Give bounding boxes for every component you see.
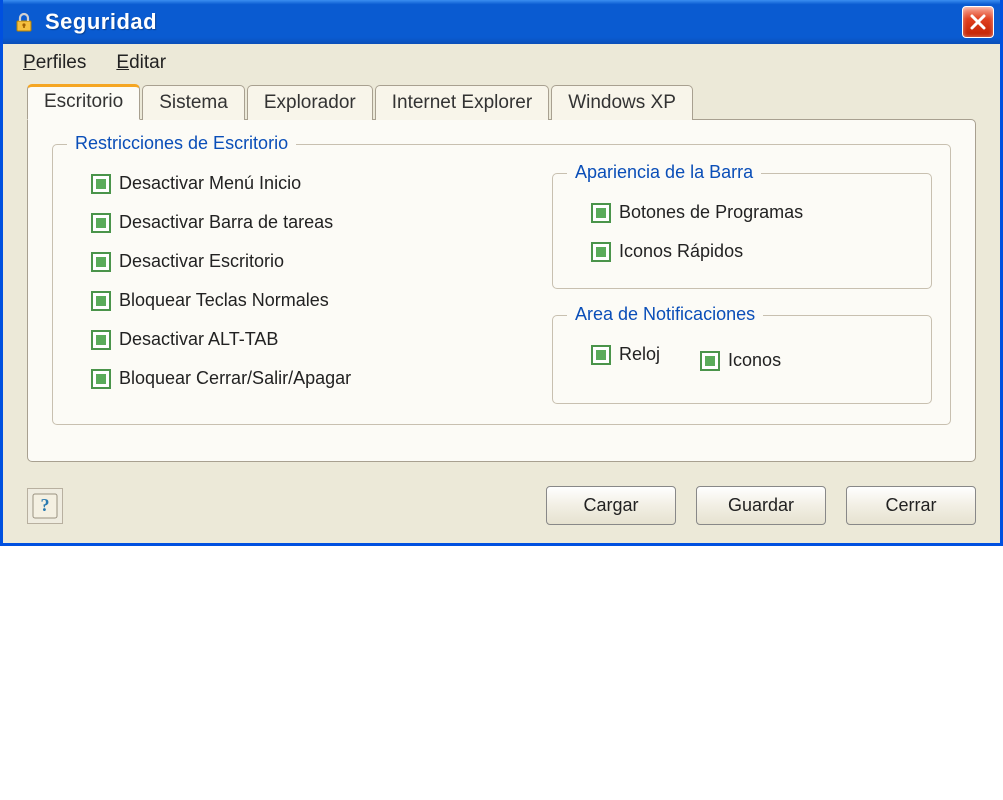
lock-icon <box>13 11 35 33</box>
tab-explorador[interactable]: Explorador <box>247 85 373 120</box>
checkbox-icon <box>91 369 111 389</box>
menu-editar[interactable]: Editar <box>116 52 166 74</box>
tab-windows-xp[interactable]: Windows XP <box>551 85 693 120</box>
close-window-button[interactable] <box>962 6 994 38</box>
checkbox-icon <box>91 330 111 350</box>
checkbox-icon <box>91 252 111 272</box>
tab-escritorio[interactable]: Escritorio <box>27 84 140 120</box>
group-restricciones: Restricciones de Escritorio Desactivar M… <box>52 144 951 425</box>
guardar-button[interactable]: Guardar <box>696 486 826 525</box>
cerrar-button[interactable]: Cerrar <box>846 486 976 525</box>
group-apariencia-legend: Apariencia de la Barra <box>567 162 761 183</box>
check-desactivar-menu-inicio[interactable]: Desactivar Menú Inicio <box>91 173 522 194</box>
checkbox-icon <box>91 213 111 233</box>
group-apariencia: Apariencia de la Barra Botones de Progra… <box>552 173 932 289</box>
check-label: Desactivar ALT-TAB <box>119 329 278 350</box>
check-label: Reloj <box>619 344 660 365</box>
check-bloquear-teclas[interactable]: Bloquear Teclas Normales <box>91 290 522 311</box>
titlebar: Seguridad <box>3 0 1000 44</box>
menubar: Perfiles Editar <box>3 44 1000 84</box>
check-botones-programas[interactable]: Botones de Programas <box>591 202 913 223</box>
group-notificaciones: Area de Notificaciones Reloj Iconos <box>552 315 932 404</box>
check-bloquear-cerrar[interactable]: Bloquear Cerrar/Salir/Apagar <box>91 368 522 389</box>
tab-internet-explorer[interactable]: Internet Explorer <box>375 85 549 120</box>
checkbox-icon <box>91 174 111 194</box>
window-title: Seguridad <box>45 9 962 35</box>
group-notificaciones-legend: Area de Notificaciones <box>567 304 763 325</box>
check-iconos-rapidos[interactable]: Iconos Rápidos <box>591 241 913 262</box>
svg-text:?: ? <box>41 495 50 515</box>
help-icon[interactable]: ? <box>27 488 63 524</box>
checkbox-icon <box>700 351 720 371</box>
group-restricciones-legend: Restricciones de Escritorio <box>67 133 296 154</box>
checkbox-icon <box>591 242 611 262</box>
check-desactivar-escritorio[interactable]: Desactivar Escritorio <box>91 251 522 272</box>
check-desactivar-barra-tareas[interactable]: Desactivar Barra de tareas <box>91 212 522 233</box>
check-desactivar-alttab[interactable]: Desactivar ALT-TAB <box>91 329 522 350</box>
checkbox-icon <box>591 203 611 223</box>
tabpanel-escritorio: Restricciones de Escritorio Desactivar M… <box>27 119 976 462</box>
tabrow: Escritorio Sistema Explorador Internet E… <box>3 84 1000 119</box>
security-window: Seguridad Perfiles Editar Escritorio Sis… <box>0 0 1003 546</box>
checkbox-icon <box>591 345 611 365</box>
tab-sistema[interactable]: Sistema <box>142 85 245 120</box>
check-reloj[interactable]: Reloj <box>591 344 660 365</box>
check-label: Desactivar Menú Inicio <box>119 173 301 194</box>
footer: ? Cargar Guardar Cerrar <box>3 482 1000 543</box>
menu-perfiles[interactable]: Perfiles <box>23 52 86 74</box>
checkbox-icon <box>91 291 111 311</box>
check-label: Desactivar Barra de tareas <box>119 212 333 233</box>
check-label: Bloquear Cerrar/Salir/Apagar <box>119 368 351 389</box>
check-label: Desactivar Escritorio <box>119 251 284 272</box>
check-iconos[interactable]: Iconos <box>700 344 781 377</box>
check-label: Botones de Programas <box>619 202 803 223</box>
restrictions-list: Desactivar Menú Inicio Desactivar Barra … <box>71 163 522 395</box>
cargar-button[interactable]: Cargar <box>546 486 676 525</box>
check-label: Iconos <box>728 350 781 371</box>
check-label: Bloquear Teclas Normales <box>119 290 329 311</box>
check-label: Iconos Rápidos <box>619 241 743 262</box>
